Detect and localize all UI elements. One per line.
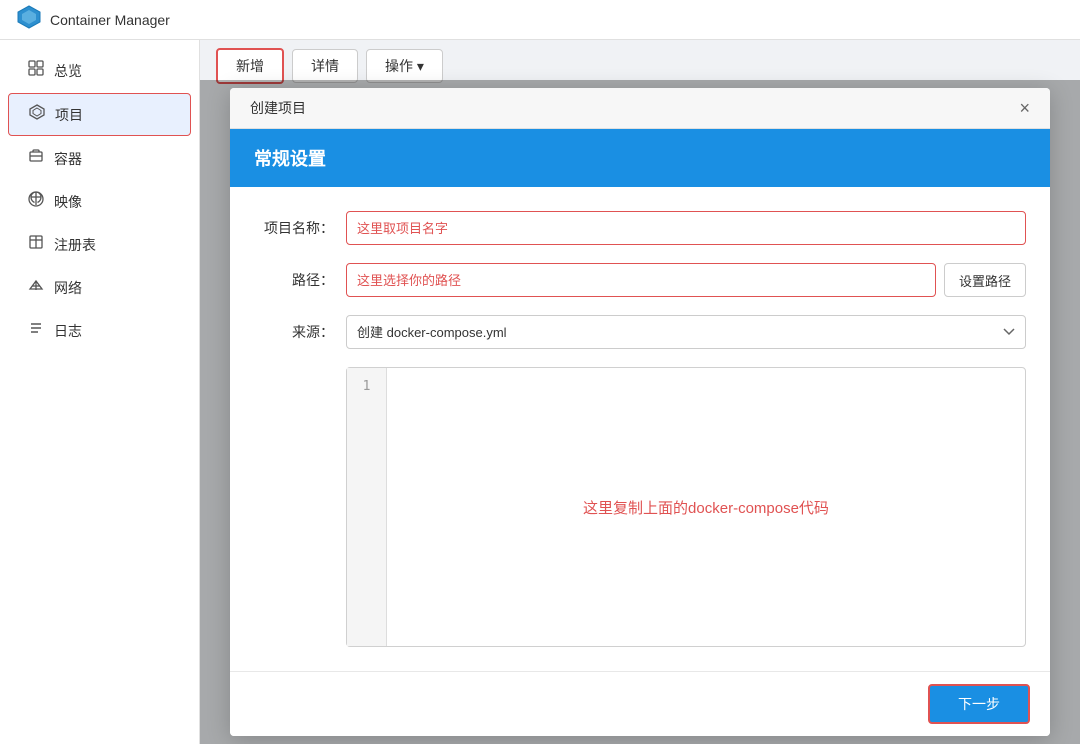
form-row-name: 项目名称：	[254, 211, 1026, 245]
sidebar-item-log[interactable]: 日志	[8, 310, 191, 351]
source-label: 来源：	[254, 322, 334, 342]
network-icon	[28, 277, 44, 298]
sidebar-item-network[interactable]: 网络	[8, 267, 191, 308]
app-icon	[16, 4, 50, 35]
path-input[interactable]	[346, 263, 936, 297]
image-icon	[28, 191, 44, 212]
next-button-container: 下一步	[928, 684, 1030, 724]
sidebar-item-log-label: 日志	[54, 321, 82, 341]
overview-icon	[28, 60, 44, 81]
path-input-group: 设置路径	[346, 263, 1026, 297]
registry-icon	[28, 234, 44, 255]
form-row-source: 来源： 创建 docker-compose.yml从文件导入从Git仓库	[254, 315, 1026, 349]
sidebar-item-overview[interactable]: 总览	[8, 50, 191, 91]
modal-title-bar: 创建项目 ×	[230, 88, 1050, 129]
detail-button[interactable]: 详情	[292, 49, 358, 83]
set-path-button[interactable]: 设置路径	[944, 263, 1026, 297]
title-bar: Container Manager	[0, 0, 1080, 40]
sidebar-item-image[interactable]: 映像	[8, 181, 191, 222]
operation-button[interactable]: 操作 ▾	[366, 49, 443, 83]
code-content[interactable]: 这里复制上面的docker-compose代码	[387, 368, 1025, 646]
container-icon	[28, 148, 44, 169]
sidebar-item-image-label: 映像	[54, 192, 82, 212]
content-area: 新增 详情 操作 ▾ 创建项目 × 常规设置 项目名称	[200, 40, 1080, 744]
sidebar-item-project[interactable]: 项目	[8, 93, 191, 136]
sidebar-item-registry[interactable]: 注册表	[8, 224, 191, 265]
sidebar-item-container[interactable]: 容器	[8, 138, 191, 179]
sidebar-item-overview-label: 总览	[54, 61, 82, 81]
code-placeholder: 这里复制上面的docker-compose代码	[583, 497, 829, 518]
modal-close-button[interactable]: ×	[1019, 99, 1030, 117]
modal-title: 创建项目	[250, 98, 306, 118]
sidebar-item-network-label: 网络	[54, 278, 82, 298]
sidebar: 总览 项目 容器	[0, 40, 200, 744]
sidebar-item-project-label: 项目	[55, 105, 83, 125]
modal-footer: 下一步	[230, 671, 1050, 736]
next-button[interactable]: 下一步	[928, 684, 1030, 724]
project-icon	[29, 104, 45, 125]
log-icon	[28, 320, 44, 341]
modal-body: 项目名称： 路径： 设置路径 来源： 创建 docker	[230, 187, 1050, 671]
line-number-1: 1	[347, 376, 386, 398]
new-button[interactable]: 新增	[216, 48, 284, 84]
path-label: 路径：	[254, 270, 334, 290]
name-input[interactable]	[346, 211, 1026, 245]
name-label: 项目名称：	[254, 218, 334, 238]
source-select[interactable]: 创建 docker-compose.yml从文件导入从Git仓库	[346, 315, 1026, 349]
code-editor[interactable]: 1 这里复制上面的docker-compose代码	[346, 367, 1026, 647]
form-row-path: 路径： 设置路径	[254, 263, 1026, 297]
modal-header-title: 常规设置	[254, 149, 326, 169]
line-numbers: 1	[347, 368, 387, 646]
main-layout: 总览 项目 容器	[0, 40, 1080, 744]
modal-header: 常规设置	[230, 129, 1050, 187]
sidebar-item-registry-label: 注册表	[54, 235, 96, 255]
modal: 创建项目 × 常规设置 项目名称： 路径：	[230, 88, 1050, 736]
app-title: Container Manager	[50, 12, 170, 28]
sidebar-item-container-label: 容器	[54, 149, 82, 169]
modal-overlay: 创建项目 × 常规设置 项目名称： 路径：	[200, 80, 1080, 744]
